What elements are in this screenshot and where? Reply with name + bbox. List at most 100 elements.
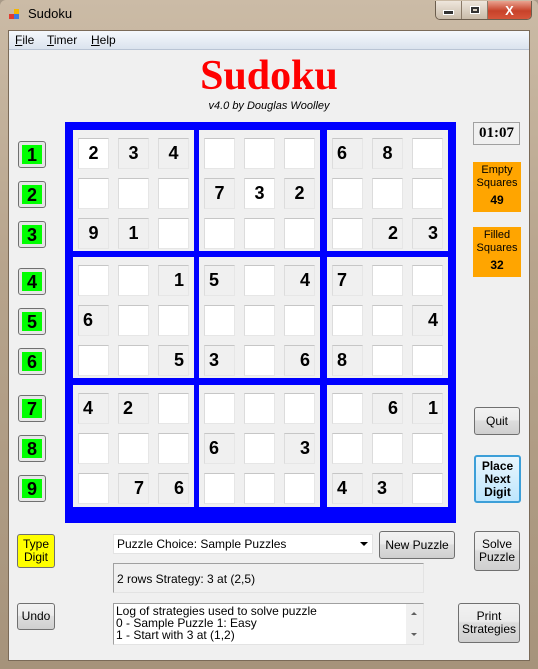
strategy-log[interactable]: Log of strategies used to solve puzzle 0…: [113, 603, 424, 645]
board-cell[interactable]: [332, 178, 363, 209]
board-cell[interactable]: 3: [372, 473, 403, 504]
digit-button-3[interactable]: 3: [18, 221, 46, 248]
board-cell[interactable]: [158, 433, 189, 464]
board-cell[interactable]: [412, 433, 443, 464]
log-scrollbar[interactable]: [406, 604, 423, 644]
board-cell[interactable]: [244, 473, 275, 504]
board-cell[interactable]: [284, 305, 315, 336]
board-cell[interactable]: [78, 178, 109, 209]
undo-button[interactable]: Undo: [17, 603, 55, 630]
board-cell[interactable]: [372, 265, 403, 296]
board-cell[interactable]: [158, 305, 189, 336]
board-cell[interactable]: [118, 265, 149, 296]
board-cell[interactable]: 4: [284, 265, 315, 296]
board-cell[interactable]: 7: [204, 178, 235, 209]
board-cell[interactable]: 5: [204, 265, 235, 296]
board-cell[interactable]: [372, 178, 403, 209]
board-cell[interactable]: 2: [284, 178, 315, 209]
board-cell[interactable]: 6: [158, 473, 189, 504]
board-cell[interactable]: [78, 473, 109, 504]
board-cell[interactable]: 6: [78, 305, 109, 336]
board-cell[interactable]: 4: [332, 473, 363, 504]
board-cell[interactable]: [244, 265, 275, 296]
board-cell[interactable]: 8: [372, 138, 403, 169]
board-cell[interactable]: [244, 305, 275, 336]
board-cell[interactable]: 7: [332, 265, 363, 296]
board-cell[interactable]: [284, 473, 315, 504]
board-cell[interactable]: 4: [412, 305, 443, 336]
menu-file[interactable]: File: [15, 33, 34, 47]
board-cell[interactable]: [118, 433, 149, 464]
board-cell[interactable]: 3: [284, 433, 315, 464]
board-cell[interactable]: [204, 218, 235, 249]
board-cell[interactable]: 6: [332, 138, 363, 169]
digit-button-9[interactable]: 9: [18, 475, 46, 502]
board-cell[interactable]: 6: [372, 393, 403, 424]
board-cell[interactable]: [118, 178, 149, 209]
board-cell[interactable]: [284, 393, 315, 424]
board-cell[interactable]: 4: [78, 393, 109, 424]
board-cell[interactable]: [78, 345, 109, 376]
board-cell[interactable]: 1: [118, 218, 149, 249]
board-cell[interactable]: 4: [158, 138, 189, 169]
board-cell[interactable]: [78, 433, 109, 464]
board-cell[interactable]: [118, 305, 149, 336]
close-button[interactable]: X: [488, 1, 531, 19]
board-cell[interactable]: [244, 393, 275, 424]
board-cell[interactable]: [204, 473, 235, 504]
board-cell[interactable]: 6: [284, 345, 315, 376]
board-cell[interactable]: 3: [244, 178, 275, 209]
board-cell[interactable]: [244, 138, 275, 169]
board-cell[interactable]: 9: [78, 218, 109, 249]
board-cell[interactable]: [412, 265, 443, 296]
board-cell[interactable]: [412, 138, 443, 169]
board-cell[interactable]: [332, 393, 363, 424]
puzzle-choice-select[interactable]: Puzzle Choice: Sample Puzzles: [113, 534, 373, 554]
board-cell[interactable]: [244, 345, 275, 376]
board-cell[interactable]: 3: [118, 138, 149, 169]
digit-button-7[interactable]: 7: [18, 395, 46, 422]
board-cell[interactable]: [332, 305, 363, 336]
solve-puzzle-button[interactable]: Solve Puzzle: [474, 531, 520, 571]
board-cell[interactable]: [158, 393, 189, 424]
print-strategies-button[interactable]: Print Strategies: [458, 603, 520, 643]
board-cell[interactable]: 8: [332, 345, 363, 376]
digit-button-5[interactable]: 5: [18, 308, 46, 335]
board-cell[interactable]: [244, 218, 275, 249]
board-cell[interactable]: [284, 218, 315, 249]
scroll-down-arrow-icon[interactable]: [411, 633, 417, 636]
board-cell[interactable]: 2: [372, 218, 403, 249]
board-cell[interactable]: [204, 138, 235, 169]
scroll-up-arrow-icon[interactable]: [411, 612, 417, 615]
board-cell[interactable]: 7: [118, 473, 149, 504]
board-cell[interactable]: [204, 393, 235, 424]
place-next-digit-button[interactable]: Place Next Digit: [474, 455, 521, 503]
board-cell[interactable]: [412, 345, 443, 376]
digit-button-2[interactable]: 2: [18, 181, 46, 208]
board-cell[interactable]: [372, 433, 403, 464]
quit-button[interactable]: Quit: [474, 407, 520, 435]
board-cell[interactable]: 2: [118, 393, 149, 424]
board-cell[interactable]: 1: [412, 393, 443, 424]
new-puzzle-button[interactable]: New Puzzle: [379, 531, 455, 559]
digit-button-6[interactable]: 6: [18, 348, 46, 375]
digit-button-4[interactable]: 4: [18, 268, 46, 295]
maximize-button[interactable]: [462, 1, 488, 19]
board-cell[interactable]: [372, 345, 403, 376]
board-cell[interactable]: 1: [158, 265, 189, 296]
board-cell[interactable]: [372, 305, 403, 336]
board-cell[interactable]: 2: [78, 138, 109, 169]
board-cell[interactable]: [204, 305, 235, 336]
type-digit-button[interactable]: Type Digit: [17, 534, 55, 568]
menu-timer[interactable]: Timer: [47, 33, 77, 47]
board-cell[interactable]: [118, 345, 149, 376]
board-cell[interactable]: [412, 473, 443, 504]
digit-button-8[interactable]: 8: [18, 435, 46, 462]
board-cell[interactable]: [412, 178, 443, 209]
board-cell[interactable]: 3: [412, 218, 443, 249]
board-cell[interactable]: [244, 433, 275, 464]
board-cell[interactable]: [158, 218, 189, 249]
board-cell[interactable]: [332, 218, 363, 249]
board-cell[interactable]: [78, 265, 109, 296]
digit-button-1[interactable]: 1: [18, 141, 46, 168]
